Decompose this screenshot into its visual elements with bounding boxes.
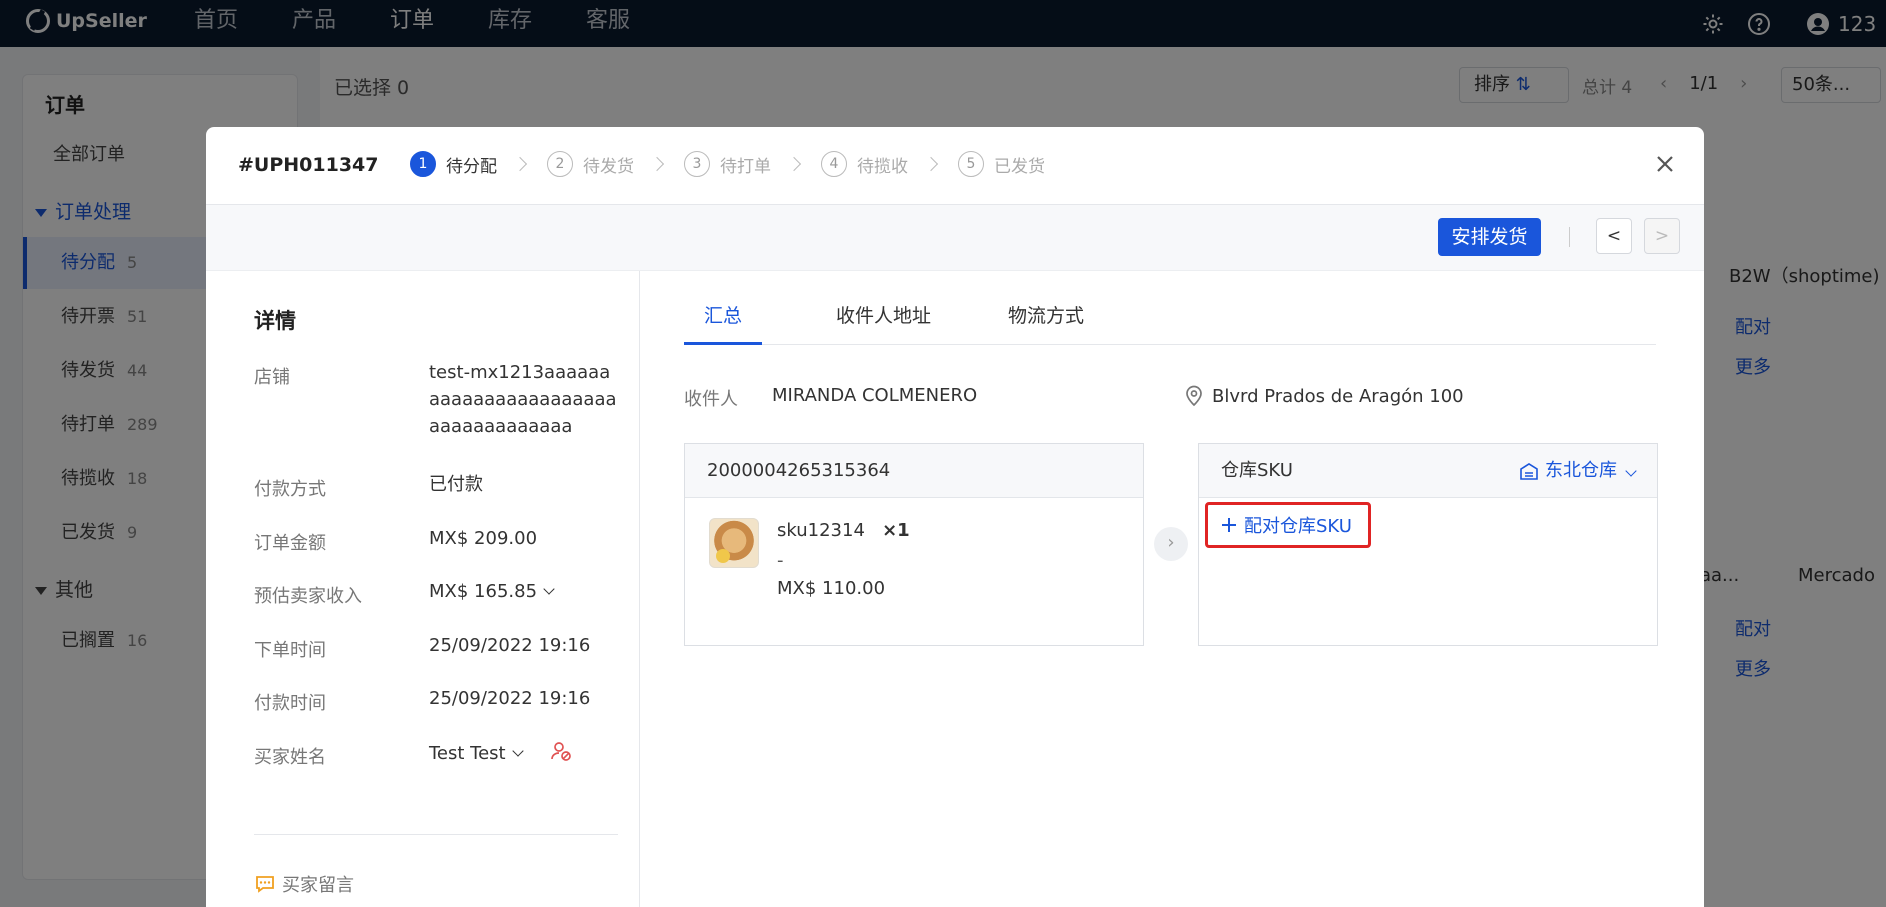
warehouse-icon xyxy=(1520,463,1538,480)
recipient-name: MIRANDA COLMENERO xyxy=(772,385,978,406)
income-label: 预估卖家收入 xyxy=(254,586,362,607)
location-pin-icon xyxy=(1186,385,1202,407)
amount-label: 订单金额 xyxy=(254,533,326,554)
details-divider xyxy=(254,834,618,835)
chevron-right-icon xyxy=(786,156,802,172)
tab-logistics[interactable]: 物流方式 xyxy=(1008,301,1084,345)
arrange-shipment-button[interactable]: 安排发货 xyxy=(1438,218,1541,256)
chevron-right-icon: › xyxy=(1154,527,1188,561)
next-order-button[interactable]: > xyxy=(1644,218,1680,254)
detail-tabs: 汇总 收件人地址 物流方式 xyxy=(684,271,1656,345)
message-icon xyxy=(256,876,274,893)
step-pending-assign: 1 待分配 xyxy=(410,151,497,177)
tab-recipient-address[interactable]: 收件人地址 xyxy=(836,301,931,345)
details-panel: 详情 店铺 test-mx1213aaaaaaaaaaaaaaaaaaaaaaa… xyxy=(206,271,640,907)
item-id: 2000004265315364 xyxy=(685,444,1143,498)
item-sku: sku12314 ×1 xyxy=(777,520,910,541)
blacklist-user-icon xyxy=(551,742,572,761)
close-icon[interactable] xyxy=(1650,149,1680,179)
item-price: MX$ 110.00 xyxy=(777,578,886,599)
chevron-right-icon xyxy=(923,156,939,172)
order-detail-modal: #UPH011347 1 待分配 2 待发货 3 待打单 4 待揽收 5 已发货 安排发货… xyxy=(206,127,1704,907)
recipient-label: 收件人 xyxy=(684,389,738,410)
chevron-right-icon xyxy=(649,156,665,172)
chevron-right-icon xyxy=(512,156,528,172)
store-value: test-mx1213aaaaaaaaaaaaaaaaaaaaaaaaaaaaa… xyxy=(429,362,617,437)
warehouse-sku-header: 仓库SKU 东北仓库 xyxy=(1199,444,1657,498)
details-title: 详情 xyxy=(254,309,296,333)
toolbar-divider xyxy=(1569,227,1570,247)
order-time-value: 25/09/2022 19:16 xyxy=(429,635,591,656)
order-number: #UPH011347 xyxy=(238,154,379,176)
plus-icon xyxy=(1222,518,1236,532)
chevron-down-icon xyxy=(1625,465,1637,477)
buyer-label: 买家姓名 xyxy=(254,747,326,768)
order-time-label: 下单时间 xyxy=(254,640,326,661)
pay-time-value: 25/09/2022 19:16 xyxy=(429,688,591,709)
step-pending-print: 3 待打单 xyxy=(684,151,771,177)
warehouse-select[interactable]: 东北仓库 xyxy=(1519,444,1637,498)
warehouse-sku-card: 仓库SKU 东北仓库 配对仓库SKU xyxy=(1198,443,1658,646)
step-pending-ship: 2 待发货 xyxy=(547,151,634,177)
pay-time-label: 付款时间 xyxy=(254,693,326,714)
product-thumbnail[interactable] xyxy=(709,518,759,568)
tab-summary[interactable]: 汇总 xyxy=(684,301,763,345)
step-pending-pickup: 4 待揽收 xyxy=(821,151,908,177)
modal-header: #UPH011347 1 待分配 2 待发货 3 待打单 4 待揽收 5 已发货 xyxy=(206,127,1704,205)
order-steps: 1 待分配 2 待发货 3 待打单 4 待揽收 5 已发货 xyxy=(410,151,1045,177)
buyer-value[interactable]: Test Test xyxy=(429,739,619,767)
chevron-down-icon xyxy=(543,583,555,595)
store-label: 店铺 xyxy=(254,367,290,388)
buyer-message[interactable]: 买家留言 xyxy=(254,871,354,897)
recipient-address: Blvrd Prados de Aragón 100 xyxy=(1184,385,1464,407)
payment-label: 付款方式 xyxy=(254,479,326,500)
pair-warehouse-sku-button[interactable]: 配对仓库SKU xyxy=(1205,502,1371,548)
payment-value: 已付款 xyxy=(429,474,483,495)
prev-order-button[interactable]: < xyxy=(1596,218,1632,254)
income-value[interactable]: MX$ 165.85 xyxy=(429,578,619,605)
modal-toolbar: 安排发货 < > xyxy=(206,205,1704,271)
order-item-card: 2000004265315364 sku12314 ×1 - MX$ 110.0… xyxy=(684,443,1144,646)
amount-value: MX$ 209.00 xyxy=(429,528,538,549)
item-variant: - xyxy=(777,550,784,571)
step-shipped: 5 已发货 xyxy=(958,151,1045,177)
chevron-down-icon xyxy=(511,745,524,757)
